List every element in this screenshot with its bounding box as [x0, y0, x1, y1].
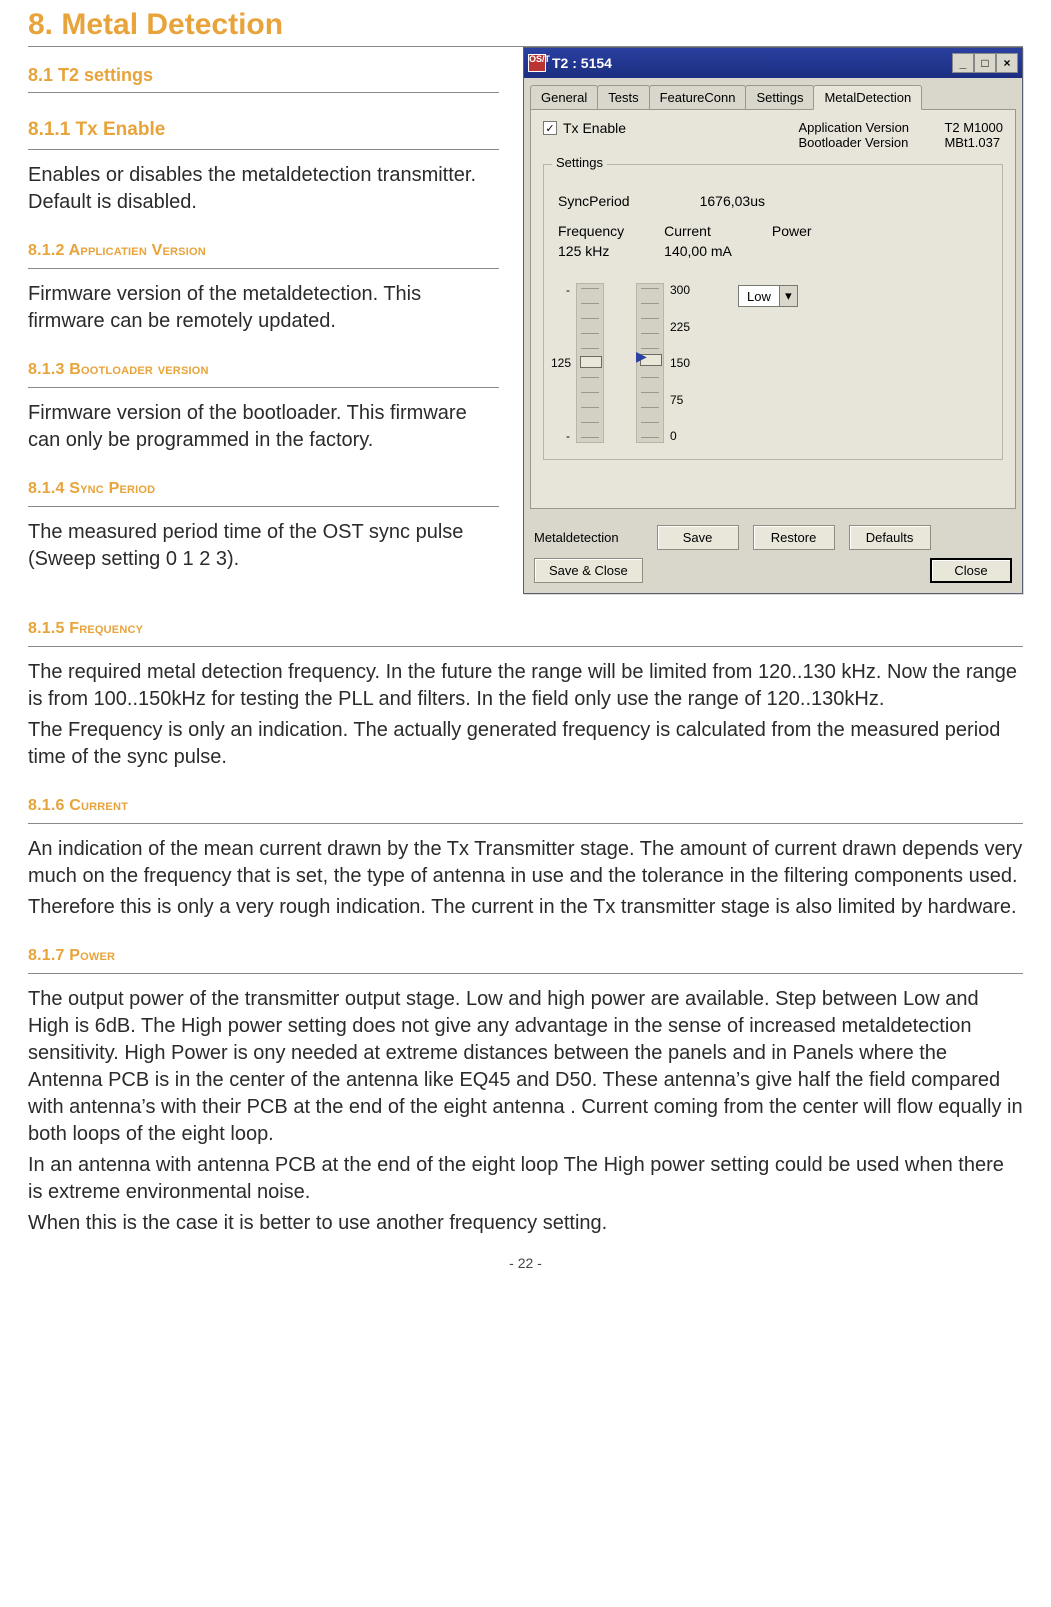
- slider-thumb[interactable]: [580, 356, 602, 368]
- tab-panel: ✓ Tx Enable Application Version T2 M1000…: [530, 109, 1016, 509]
- heading-rest: pplicatien Version: [80, 242, 205, 259]
- save-button[interactable]: Save: [657, 525, 739, 550]
- heading-lead: 8.1.7 P: [28, 947, 80, 964]
- divider: [28, 149, 499, 150]
- tx-enable-checkbox[interactable]: ✓: [543, 121, 557, 135]
- heading-rest: requency: [79, 620, 143, 637]
- restore-button[interactable]: Restore: [753, 525, 835, 550]
- body-8-1-4: The measured period time of the OST sync…: [28, 519, 499, 573]
- slider2-0: 0: [670, 429, 690, 443]
- buttonrow-label: Metaldetection: [534, 530, 619, 545]
- footer-left: -: [509, 1255, 518, 1271]
- divider: [28, 387, 499, 388]
- tab-strip: General Tests FeatureConn Settings Metal…: [524, 78, 1022, 109]
- slider1-mid-label: 125: [551, 356, 571, 370]
- app-version-label: Application Version: [798, 120, 928, 135]
- heading-lead: 8.1.5 F: [28, 620, 79, 637]
- chevron-down-icon[interactable]: ▾: [779, 286, 797, 306]
- divider: [28, 506, 499, 507]
- window-title: T2 : 5154: [552, 55, 612, 71]
- heading-8-1: 8.1 T2 settings: [28, 65, 499, 86]
- divider: [28, 823, 1023, 824]
- footer-right: -: [533, 1255, 542, 1271]
- tab-tests[interactable]: Tests: [597, 85, 649, 110]
- app-version-value: T2 M1000: [944, 120, 1003, 135]
- divider: [28, 92, 499, 93]
- syncperiod-label: SyncPeriod: [558, 193, 630, 209]
- heading-rest: urrent: [81, 797, 128, 814]
- heading-8-1-4: 8.1.4 Sync Period: [28, 480, 499, 498]
- slider-marker-icon: ▶: [636, 348, 647, 365]
- slider2-150: 150: [670, 356, 690, 370]
- current-slider[interactable]: ▶: [636, 283, 664, 443]
- slider2-300: 300: [670, 283, 690, 297]
- heading-lead: 8.1.2 A: [28, 242, 80, 259]
- power-dropdown[interactable]: Low ▾: [738, 285, 798, 307]
- heading-8-1-5: 8.1.5 Frequency: [28, 620, 1023, 638]
- heading-8-1-3: 8.1.3 Bootloader version: [28, 361, 499, 379]
- frequency-label: Frequency: [558, 223, 624, 239]
- body-8-1-7b: In an antenna with antenna PCB at the en…: [28, 1152, 1023, 1206]
- body-8-1-7c: When this is the case it is better to us…: [28, 1210, 1023, 1237]
- minimize-button[interactable]: _: [952, 53, 974, 73]
- save-close-button[interactable]: Save & Close: [534, 558, 643, 583]
- slider2-75: 75: [670, 393, 690, 407]
- page-footer: - 22 -: [28, 1255, 1023, 1271]
- page-title: 8. Metal Detection: [28, 8, 1023, 42]
- body-8-1-1: Enables or disables the metaldetection t…: [28, 162, 499, 216]
- slider2-225: 225: [670, 320, 690, 334]
- body-8-1-6a: An indication of the mean current drawn …: [28, 836, 1023, 890]
- heading-8-1-1: 8.1.1 Tx Enable: [28, 119, 499, 141]
- defaults-button[interactable]: Defaults: [849, 525, 931, 550]
- heading-8-1-6: 8.1.6 Current: [28, 797, 1023, 815]
- tab-settings[interactable]: Settings: [745, 85, 814, 110]
- syncperiod-value: 1676,03us: [700, 193, 765, 209]
- body-8-1-7a: The output power of the transmitter outp…: [28, 986, 1023, 1148]
- heading-lead: 8.1.4 S: [28, 480, 80, 497]
- boot-version-value: MBt1.037: [944, 135, 1000, 150]
- maximize-button[interactable]: □: [974, 53, 996, 73]
- divider: [28, 646, 1023, 647]
- tab-metaldetection[interactable]: MetalDetection: [813, 85, 922, 110]
- close-window-button[interactable]: ×: [996, 53, 1018, 73]
- tab-general[interactable]: General: [530, 85, 598, 110]
- heading-8-1-2: 8.1.2 Applicatien Version: [28, 242, 499, 260]
- slider1-bot-dash: -: [558, 429, 570, 443]
- heading-8-1-7: 8.1.7 Power: [28, 947, 1023, 965]
- heading-lead: 8.1.3 B: [28, 361, 81, 378]
- heading-rest: ync Period: [80, 480, 155, 497]
- heading-lead: 8.1.6 C: [28, 797, 81, 814]
- app-icon: OS/T: [528, 54, 546, 72]
- power-value: Low: [739, 289, 779, 304]
- divider: [28, 973, 1023, 974]
- heading-rest: ower: [80, 947, 115, 964]
- close-button[interactable]: Close: [930, 558, 1012, 583]
- power-label: Power: [772, 223, 812, 239]
- tx-enable-label: Tx Enable: [563, 120, 626, 136]
- frequency-value: 125 kHz: [558, 243, 624, 259]
- heading-rest: ootloader version: [81, 361, 209, 378]
- footer-page-number: 22: [518, 1255, 534, 1271]
- body-8-1-5a: The required metal detection frequency. …: [28, 659, 1023, 713]
- current-label: Current: [664, 223, 732, 239]
- slider1-top-dash: -: [558, 283, 570, 297]
- boot-version-label: Bootloader Version: [798, 135, 928, 150]
- settings-legend: Settings: [552, 155, 607, 170]
- current-value: 140,00 mA: [664, 243, 732, 259]
- titlebar[interactable]: OS/T T2 : 5154 _ □ ×: [524, 48, 1022, 78]
- body-8-1-5b: The Frequency is only an indication. The…: [28, 717, 1023, 771]
- divider: [28, 268, 499, 269]
- tab-featureconn[interactable]: FeatureConn: [649, 85, 747, 110]
- body-8-1-2: Firmware version of the metaldetection. …: [28, 281, 499, 335]
- body-8-1-6b: Therefore this is only a very rough indi…: [28, 894, 1023, 921]
- body-8-1-3: Firmware version of the bootloader. This…: [28, 400, 499, 454]
- frequency-slider[interactable]: 125: [576, 283, 604, 443]
- settings-group: Settings SyncPeriod 1676,03us Frequency …: [543, 164, 1003, 460]
- dialog-window: OS/T T2 : 5154 _ □ × General Tests Featu…: [523, 47, 1023, 594]
